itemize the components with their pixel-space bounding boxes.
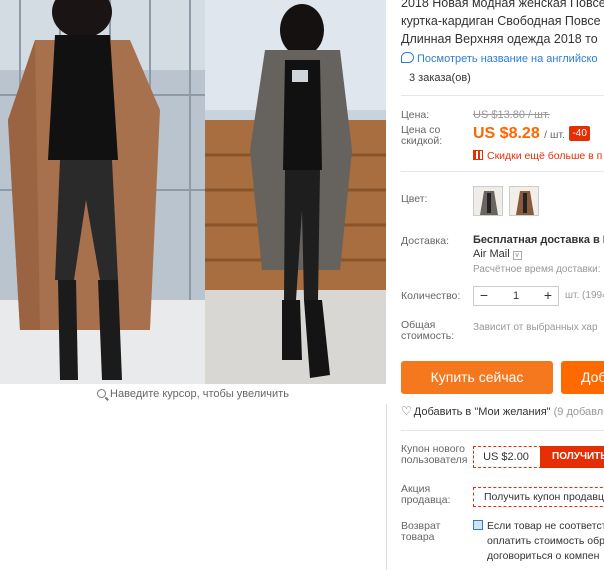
color-label: Цвет: <box>401 193 428 205</box>
chevron-down-icon: v <box>512 251 522 260</box>
orders-count: 3 заказа(ов) <box>409 72 471 84</box>
heart-icon: ♡ <box>401 404 412 418</box>
total-value: Зависит от выбранных хар <box>473 322 598 333</box>
divider <box>401 171 604 172</box>
new-user-coupon-label: Купон нового пользователя <box>401 443 468 466</box>
total-label: Общая стоимость: <box>401 319 455 342</box>
translate-icon <box>401 52 414 63</box>
price-unit: / шт. <box>544 129 565 141</box>
divider <box>401 430 604 431</box>
app-deal-link[interactable]: Скидки ещё больше в п <box>473 150 602 162</box>
total-row: Общая стоимость: Зависит от выбранных хар <box>401 320 604 344</box>
title-line: куртка-кардиган Свободная Повсе <box>401 14 601 28</box>
shipping-carrier[interactable]: Air Mail v <box>473 248 522 260</box>
quantity-label: Количество: <box>401 290 461 302</box>
wishlist-count: (9 добавле <box>553 406 604 418</box>
swatch-image <box>474 187 502 215</box>
product-info-panel: 2018 Новая модная женская Повсе куртка-к… <box>401 0 604 570</box>
increase-quantity-button[interactable]: + <box>538 287 558 305</box>
divider <box>401 95 604 96</box>
coupon-amount: US $2.00 <box>483 451 529 463</box>
returns-label: Возврат товара <box>401 520 441 543</box>
divider <box>386 404 387 570</box>
app-deal-row[interactable]: Скидки ещё больше в п <box>401 150 604 164</box>
title-line: 2018 Новая модная женская Повсе <box>401 0 604 10</box>
price-row: Цена: US $13.80 / шт. <box>401 108 604 122</box>
quantity-stepper[interactable]: − + <box>473 286 559 306</box>
add-to-wishlist-link[interactable]: ♡ Добавить в "Мои желания" (9 добавле <box>401 404 604 418</box>
color-row: Цвет: <box>401 186 604 218</box>
magnifier-icon <box>97 389 107 398</box>
returns-line: договориться о компен <box>487 550 600 562</box>
seller-promo-row: Акция продавца: Получить купон продавц <box>401 484 604 510</box>
seller-coupon-button[interactable]: Получить купон продавц <box>473 487 604 507</box>
discount-badge: -40 <box>569 126 590 141</box>
zoom-hint: Наведите курсор, чтобы увеличить <box>0 388 386 400</box>
new-user-coupon-row: Купон нового пользователя US $2.00 ПОЛУЧИ… <box>401 444 604 470</box>
stock-available: шт. (1994 <box>565 290 604 301</box>
color-swatch-gray[interactable] <box>473 186 503 216</box>
quantity-input[interactable] <box>496 287 536 305</box>
return-policy-icon <box>473 520 483 530</box>
get-coupon-button[interactable]: ПОЛУЧИТЬ <box>540 446 604 468</box>
buy-now-button[interactable]: Купить сейчас <box>401 361 553 394</box>
swatch-image <box>510 187 538 215</box>
product-photo <box>0 0 386 384</box>
shipping-label: Доставка: <box>401 235 450 247</box>
discount-price-row: Цена со скидкой: US $8.28 / шт. -40 <box>401 124 604 150</box>
delivery-estimate: Расчётное время доставки: <box>473 264 601 275</box>
returns-policy: Если товар не соответст оплатить стоимос… <box>473 519 604 564</box>
shipping-method[interactable]: Бесплатная доставка в Ru <box>473 234 604 246</box>
discount-price-label: Цена со скидкой: <box>401 124 443 147</box>
translate-title-link[interactable]: Посмотреть название на английско <box>401 52 604 68</box>
quantity-row: Количество: − + шт. (1994 <box>401 286 604 308</box>
new-user-coupon[interactable]: US $2.00 ПОЛУЧИТЬ <box>473 446 604 468</box>
shipping-row: Доставка: Бесплатная доставка в Ru Air M… <box>401 234 604 276</box>
product-main-image[interactable] <box>0 0 386 384</box>
discount-price: US $8.28 / шт. -40 <box>473 125 590 143</box>
qr-code-icon <box>473 150 483 160</box>
color-swatch-brown[interactable] <box>509 186 539 216</box>
new-price: US $8.28 <box>473 125 540 142</box>
seller-promo-label: Акция продавца: <box>401 483 451 506</box>
decrease-quantity-button[interactable]: − <box>474 287 494 305</box>
product-title: 2018 Новая модная женская Повсе куртка-к… <box>401 0 604 48</box>
title-line: Длинная Верхняя одежда 2018 то <box>401 32 598 46</box>
old-price: US $13.80 / шт. <box>473 109 550 121</box>
returns-line: оплатить стоимость обр <box>487 535 604 547</box>
returns-row: Возврат товара Если товар не соответст оп… <box>401 519 604 563</box>
price-label: Цена: <box>401 109 430 121</box>
add-to-cart-button[interactable]: Доб <box>561 361 604 394</box>
